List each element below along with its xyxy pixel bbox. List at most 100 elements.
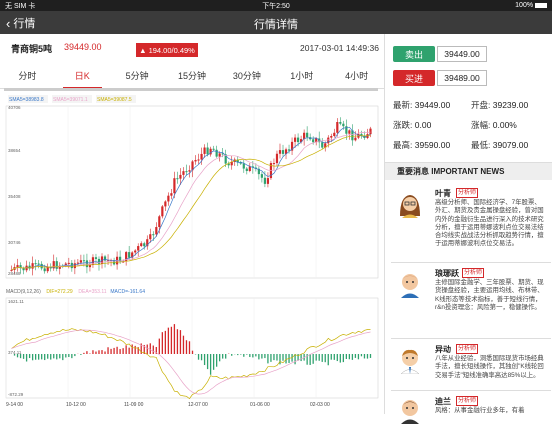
sell-price: 39449.00 [437, 46, 487, 62]
analyst-avatar-icon [401, 400, 419, 424]
macd-y-tick-label: -872.29 [8, 392, 24, 397]
buy-price: 39489.00 [437, 70, 487, 86]
tab-daily-k[interactable]: 日K [55, 65, 110, 89]
right-panel: 卖出 39449.00 买进 39489.00 最新: 39449.00 开盘:… [384, 34, 552, 424]
macd-legend-label: MACD=-161.64 [110, 289, 145, 295]
candle-body [31, 263, 34, 269]
battery-label: 100% [366, 2, 548, 9]
candle-body [336, 122, 339, 133]
tab-4hour[interactable]: 4小时 [329, 65, 384, 88]
analyst-tag: 分析师 [456, 396, 479, 406]
analyst-name: 异动 [435, 345, 451, 354]
instrument-price: 39449.00 [64, 42, 102, 52]
candle-body [242, 163, 245, 169]
candle-body [203, 147, 206, 154]
candle-body [278, 150, 282, 154]
candle-body [55, 261, 58, 269]
candle-body [85, 260, 89, 268]
candle-body [158, 216, 161, 228]
y-tick-label: 40706 [8, 105, 21, 110]
tab-15min[interactable]: 15分钟 [165, 65, 220, 88]
kline-chart-svg: SMA5=38983.8 SMA5=39071.1 SMA5=39087.5 MAC… [5, 95, 379, 408]
x-tick-label: 01-06 00 [250, 402, 270, 408]
candle-body [296, 137, 300, 143]
analyst-name: 叶青 [435, 189, 451, 198]
quote-row-pct: 涨幅: 0.00% [471, 120, 517, 130]
candle-body [281, 150, 285, 154]
moving-average-line [11, 131, 371, 271]
quote-row-change: 涨跌: 0.00 [393, 120, 432, 130]
tab-fenshi[interactable]: 分时 [0, 65, 55, 88]
candle-body [149, 234, 152, 240]
x-tick-label: 9-14 00 [6, 402, 23, 408]
clock: 下午2:50 [262, 2, 290, 10]
candle-body [82, 260, 86, 262]
analyst-name: 迪兰 [435, 397, 451, 406]
x-tick-label: 10-12 00 [66, 402, 86, 408]
candle-body [128, 252, 131, 258]
candle-body [76, 262, 79, 264]
y-tick-label: 28488 [8, 271, 21, 276]
quote-row-high: 最高: 39590.00 [393, 140, 451, 150]
x-tick-label: 02-03 00 [310, 402, 330, 408]
analyst-tag: 分析师 [456, 188, 479, 198]
candle-body [16, 265, 19, 268]
candle-body [200, 153, 203, 160]
macd-y-tick-label: 1621.11 [8, 299, 24, 304]
candle-body [206, 147, 209, 155]
tab-1hour[interactable]: 1小时 [274, 65, 329, 88]
candle-body [260, 174, 263, 178]
kline-chart[interactable]: SMA5=38983.8 SMA5=39071.1 SMA5=39087.5 MAC… [0, 92, 384, 414]
moving-average-line [11, 126, 371, 271]
chart-scrollbar[interactable] [4, 88, 378, 91]
candle-body [369, 128, 372, 135]
divider [391, 338, 551, 339]
macd-legend-label: DIF=272.29 [46, 289, 72, 295]
buy-button[interactable]: 买进 [393, 70, 435, 86]
candle-body [306, 132, 309, 138]
analyst-avatar-icon [400, 349, 420, 374]
candle-body [218, 153, 221, 157]
y-tick-label: 35408 [8, 194, 21, 199]
macd-legend-label: MACD(9,12,26) [6, 289, 41, 295]
status-bar: 无 SIM 卡 下午2:50 100% [0, 0, 552, 11]
x-tick-label: 11-09 00 [124, 402, 144, 408]
candle-body [79, 260, 82, 263]
candle-body [137, 246, 140, 251]
candle-body [152, 234, 155, 236]
candle-body [37, 263, 40, 265]
candle-body [67, 262, 70, 264]
macd-line [11, 328, 371, 400]
candle-body [245, 168, 248, 172]
candle-body [348, 130, 351, 134]
divider [391, 262, 551, 263]
candle-body [176, 178, 179, 180]
candle-body [185, 171, 188, 173]
sell-button[interactable]: 卖出 [393, 46, 435, 62]
candle-body [188, 170, 191, 172]
candle-body [275, 153, 279, 164]
candle-body [354, 137, 357, 141]
tab-30min[interactable]: 30分钟 [219, 65, 274, 88]
legend-label: SMA5=38983.8 [9, 97, 44, 103]
legend-label: SMA5=39087.5 [97, 97, 132, 103]
candle-body [197, 159, 200, 161]
candle-body [173, 178, 176, 194]
candle-body [34, 263, 37, 265]
candle-body [327, 137, 330, 144]
candle-body [194, 160, 197, 162]
macd-y-tick-label: 374.11 [8, 350, 22, 355]
tab-5min[interactable]: 5分钟 [110, 65, 165, 88]
change-badge: ▲ 194.00/0.49% [136, 43, 198, 57]
candle-body [215, 149, 218, 157]
carrier-label: 无 SIM 卡 [5, 2, 36, 10]
divider [391, 390, 551, 391]
arrow-up-icon: ▲ [139, 45, 147, 55]
analyst-desc: 八年从业经验，洞悉国际现货市场经典手法，擅长短线操作，其独创"K线轮回交易手法"… [435, 355, 544, 379]
analyst-desc: 高级分析师、国际经济学、7年股票、外汇、期货及贵金属操盘经验，曾对国内外的金融衍… [435, 199, 544, 248]
page-title: 行情详情 [254, 19, 298, 31]
candle-body [330, 136, 333, 138]
candle-body [164, 201, 167, 207]
y-tick-label: 30746 [8, 240, 21, 245]
candle-body [263, 177, 267, 184]
